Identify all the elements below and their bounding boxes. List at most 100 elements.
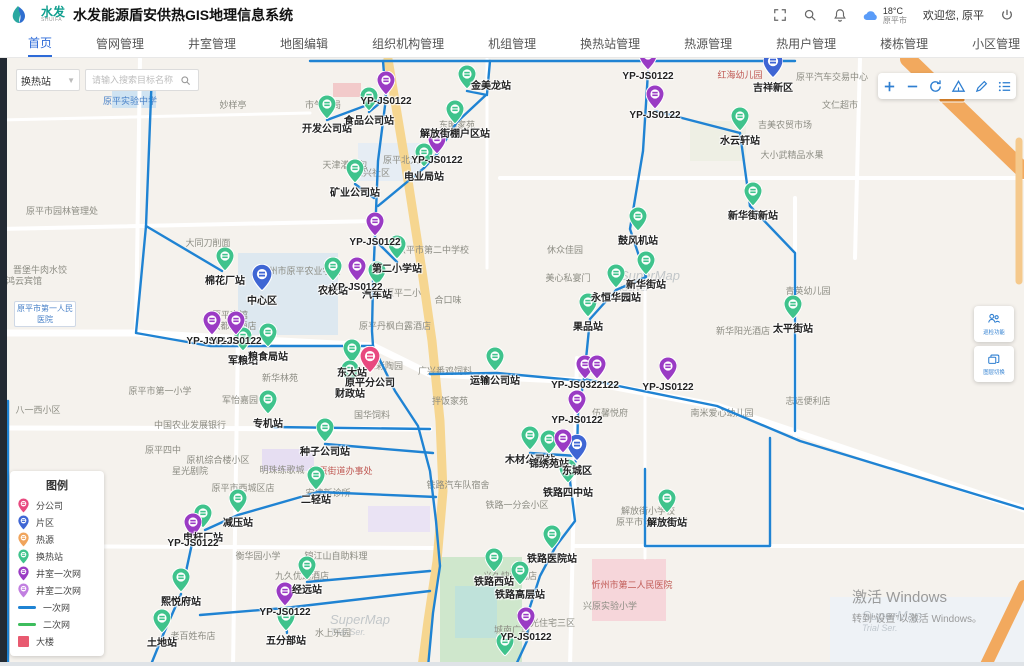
pipe-primary[interactable] xyxy=(272,427,430,429)
map-pin-label: 经远站 xyxy=(292,581,322,596)
map-pin-label: 粮食局站 xyxy=(248,348,288,363)
search-bar: 换热站 ▼ xyxy=(16,69,199,91)
map-pin-label: YP-JS0322122 xyxy=(551,380,619,391)
map-pin-label: 金美龙站 xyxy=(471,77,511,92)
tab-3[interactable]: 井室管理 xyxy=(188,30,236,57)
legend-item: 分公司 xyxy=(18,497,96,514)
tab-9[interactable]: 热用户管理 xyxy=(776,30,836,57)
tab-7[interactable]: 换热站管理 xyxy=(580,30,640,57)
map-pin-well1[interactable] xyxy=(554,429,572,458)
map-pin-label: 土地站 xyxy=(147,634,177,649)
map-pin-label: 鼓风机站 xyxy=(618,232,658,247)
tab-8[interactable]: 热源管理 xyxy=(684,30,732,57)
search-icon[interactable] xyxy=(803,8,817,22)
legend-item: 大楼 xyxy=(18,633,96,650)
map-pin-label: 永恒华园站 xyxy=(591,289,641,304)
map-pin-label: 棉花厂站 xyxy=(205,272,245,287)
weather-cloud-icon xyxy=(863,9,879,21)
reset-button[interactable] xyxy=(928,78,944,94)
map-pin-label: YP-JS0122 xyxy=(551,415,602,426)
map-pin-label: YP-JS0122 xyxy=(411,155,462,166)
map-pin-label: 五分部站 xyxy=(266,632,306,647)
shuifa-logo-icon xyxy=(10,5,27,25)
tab-1[interactable]: 首页 xyxy=(28,30,52,57)
map-pin-label: 运输公司站 xyxy=(470,372,520,387)
map-pin-label: YP-JS0122 xyxy=(360,96,411,107)
horizontal-scrollbar[interactable] xyxy=(0,662,1024,666)
tab-10[interactable]: 楼栋管理 xyxy=(880,30,928,57)
map-pin-label: 果品站 xyxy=(573,318,603,333)
map-pin-label: 吉祥新区 xyxy=(753,79,793,94)
pipe-primary[interactable] xyxy=(373,346,440,666)
pipe-primary[interactable] xyxy=(584,379,1024,509)
measure-button[interactable] xyxy=(951,78,967,94)
app-header: 水发 SHUIFA 水发能源盾安供热GIS地理信息系统 18°C 原平市 欢迎您… xyxy=(0,0,1024,30)
legend-item: 二次网 xyxy=(18,616,96,633)
logo-text: 水发 SHUIFA xyxy=(41,7,65,23)
map-pin-label: YP-JS0122 xyxy=(331,282,382,293)
map-pin-label: 铁路四中站 xyxy=(543,484,593,499)
pipe-primary[interactable] xyxy=(146,226,222,271)
map-pin-label: 第二小学站 xyxy=(372,260,422,275)
map-pin-label: 电业局站 xyxy=(404,168,444,183)
map-pin-label: 东城区 xyxy=(562,462,592,477)
legend-item: 井室二次网 xyxy=(18,582,96,599)
pipe-primary[interactable] xyxy=(307,571,430,582)
map-pin-label: 食品公司站 xyxy=(344,112,394,127)
search-input[interactable] xyxy=(90,74,180,86)
map-pin-label: 水云轩站 xyxy=(720,132,760,147)
map-pin-label: 铁路高层站 xyxy=(495,586,545,601)
legend-panel: 图例 分公司 片区 热源 换热站 井室一次网 井室二次网一次网二次网大楼 xyxy=(10,471,104,656)
tab-11[interactable]: 小区管理 xyxy=(972,30,1020,57)
map-pin-label: YP-JS0122 xyxy=(167,538,218,549)
map-pin-label: 专机站 xyxy=(253,415,283,430)
map-pin-label: YP-JS0122 xyxy=(259,607,310,618)
tab-6[interactable]: 机组管理 xyxy=(488,30,536,57)
search-icon[interactable] xyxy=(180,75,191,86)
welcome-text: 欢迎您, 原平 xyxy=(923,7,984,23)
logout-icon[interactable] xyxy=(1000,8,1014,22)
map-pin-label: 解放街站 xyxy=(647,514,687,529)
map-pin-label: 新华街新站 xyxy=(728,207,778,222)
left-collapsed-panel[interactable] xyxy=(0,58,7,666)
bell-icon[interactable] xyxy=(833,8,847,22)
zoom-out-button[interactable] xyxy=(905,78,921,94)
map-pin-label: 二轻站 xyxy=(301,491,331,506)
map-pin-label: YP-JS0122 xyxy=(622,71,673,82)
weather-city: 原平市 xyxy=(883,16,907,25)
map-pin-label: 中心区 xyxy=(247,292,277,307)
legend-item: 井室一次网 xyxy=(18,565,96,582)
map-canvas[interactable]: G108 原平实验中学妙样亭市气象局东明家苑原平北大医院天津灌汤包永兴社区原平市… xyxy=(0,58,1024,666)
map-toolbar xyxy=(878,73,1016,99)
tab-5[interactable]: 组织机构管理 xyxy=(372,30,444,57)
map-pin-label: YP-JS0122 xyxy=(210,336,261,347)
page-title: 水发能源盾安供热GIS地理信息系统 xyxy=(73,5,293,25)
legend-item: 片区 xyxy=(18,514,96,531)
side-button-1[interactable]: 巡检功能 xyxy=(974,306,1014,342)
logo-zh: 水发 xyxy=(41,7,65,17)
map-pin-label: 铁路医院站 xyxy=(527,550,577,565)
map-pin-label: 解放街棚户区站 xyxy=(420,125,490,140)
zoom-in-button[interactable] xyxy=(882,78,898,94)
legend-item: 一次网 xyxy=(18,599,96,616)
list-button[interactable] xyxy=(997,78,1013,94)
map-pin-label: YP-JS0122 xyxy=(500,632,551,643)
map-pin-label: YP-JS0122 xyxy=(642,382,693,393)
category-value: 换热站 xyxy=(21,73,51,88)
map-pin-label: 太平街站 xyxy=(773,320,813,335)
map-pin-label: YP-JS0122 xyxy=(629,110,680,121)
chevron-down-icon: ▼ xyxy=(67,76,75,85)
draw-button[interactable] xyxy=(974,78,990,94)
logo-en: SHUIFA xyxy=(41,17,65,23)
map-pin-label: 原平分公司 xyxy=(345,374,395,389)
tab-4[interactable]: 地图编辑 xyxy=(280,30,328,57)
tab-2[interactable]: 管网管理 xyxy=(96,30,144,57)
side-button-2[interactable]: 图层切换 xyxy=(974,346,1014,382)
map-pin-label: YP-JS0122 xyxy=(349,237,400,248)
map-pin-label: 种子公司站 xyxy=(300,443,350,458)
pipe-primary[interactable] xyxy=(318,492,436,497)
map-pin-label: 熙悦府站 xyxy=(161,593,201,608)
category-select[interactable]: 换热站 ▼ xyxy=(16,69,80,91)
fullscreen-icon[interactable] xyxy=(773,8,787,22)
legend-item: 热源 xyxy=(18,531,96,548)
